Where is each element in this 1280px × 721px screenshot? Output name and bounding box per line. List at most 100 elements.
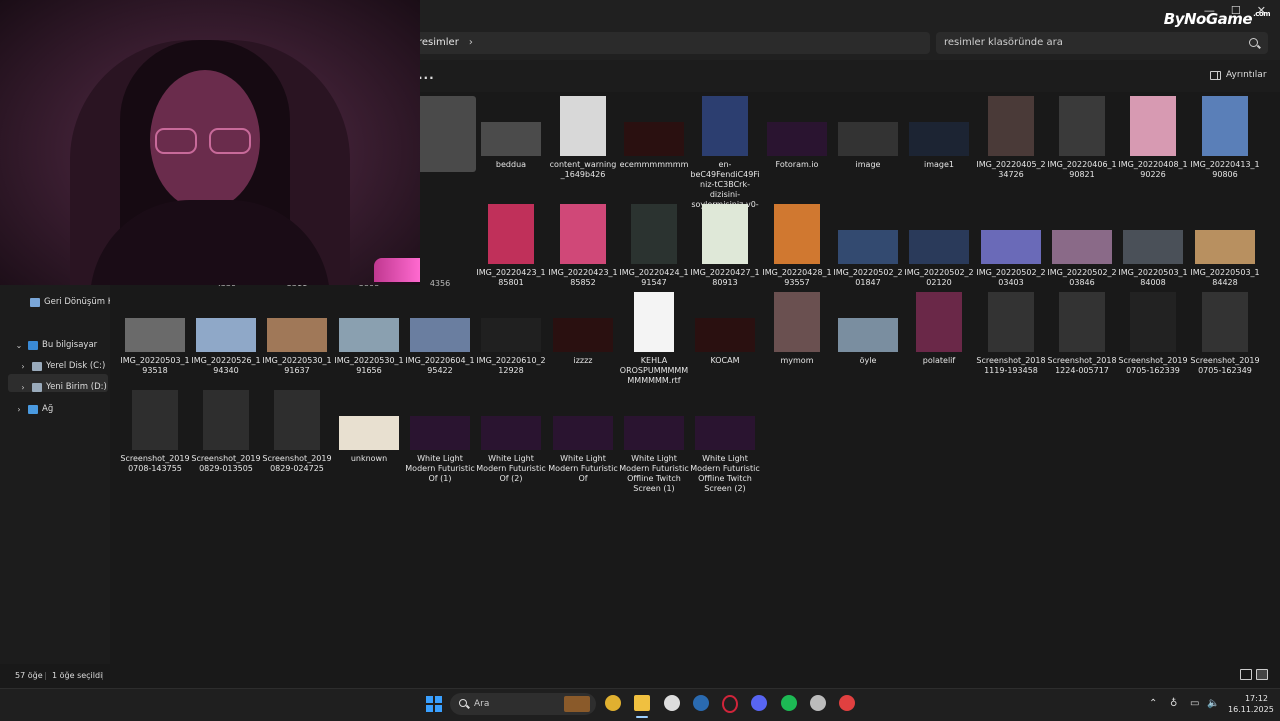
chevron-right-icon[interactable]: › [469,37,473,48]
chevron-right-icon[interactable]: › [18,383,28,392]
file-item-label[interactable]: KOCAM [690,356,760,366]
image-file-icon[interactable] [702,204,748,264]
file-item-label[interactable]: content_warning_1649b426 [548,160,618,180]
file-item-label[interactable]: image1 [904,160,974,170]
settings-icon[interactable] [664,695,680,711]
sidebar-item[interactable]: ⌄ Bu bilgisayar [14,340,98,350]
start-button[interactable] [426,696,442,712]
image-file-icon[interactable] [838,122,898,156]
large-icons-view-icon[interactable] [1256,669,1268,680]
sidebar-item[interactable]: › Yeni Birim (D:) [18,382,106,392]
image-file-icon[interactable] [774,204,820,264]
image-file-icon[interactable] [267,318,327,352]
image-file-icon[interactable] [481,416,541,450]
image-file-icon[interactable] [1202,292,1248,352]
file-item-label[interactable]: Screenshot_20190705-162339 [1118,356,1188,376]
steam-icon[interactable] [693,695,709,711]
chevron-down-icon[interactable]: ⌄ [14,341,24,350]
breadcrumb-folder[interactable]: resimler [418,37,459,48]
file-item-label[interactable]: Screenshot_20181224-005717 [1047,356,1117,376]
image-file-icon[interactable] [132,390,178,450]
image-file-icon[interactable] [1202,96,1248,156]
image-file-icon[interactable] [1052,230,1112,264]
image-file-icon[interactable] [838,230,898,264]
search-input[interactable]: resimler klasöründe ara [936,32,1268,54]
image-file-icon[interactable] [1123,230,1183,264]
file-item-label[interactable]: IMG_20220408_190226 [1118,160,1188,180]
image-file-icon[interactable] [981,230,1041,264]
file-item-label[interactable]: IMG_20220503_193518 [120,356,190,376]
chevron-right-icon[interactable]: › [14,405,24,414]
image-file-icon[interactable] [125,318,185,352]
image-file-icon[interactable] [695,416,755,450]
file-item-label[interactable]: IMG_20220503_184008 [1118,268,1188,288]
image-file-icon[interactable] [553,416,613,450]
spotify-icon[interactable] [781,695,797,711]
image-file-icon[interactable] [410,318,470,352]
file-item-label[interactable]: White Light Modern Futuristic Of [548,454,618,484]
file-item-label[interactable]: IMG_20220427_180913 [690,268,760,288]
file-explorer-icon[interactable] [634,695,650,711]
file-item-label[interactable]: White Light Modern Futuristic Of (2) [476,454,546,484]
sidebar-item[interactable]: Geri Dönüşüm K [30,297,113,307]
file-item-label[interactable]: IMG_20220405_234726 [976,160,1046,180]
image-file-icon[interactable] [631,204,677,264]
file-item-label[interactable]: image [833,160,903,170]
monitor-icon[interactable]: ▭ [1190,698,1199,709]
file-item-label[interactable]: Screenshot_20190708-143755 [120,454,190,474]
image-file-icon[interactable] [909,230,969,264]
search-icon[interactable] [1249,38,1258,47]
file-item-label[interactable]: IMG_20220406_190821 [1047,160,1117,180]
clock[interactable]: 17:12 16.11.2025 [1228,693,1274,715]
file-item-label[interactable]: mymom [762,356,832,366]
file-item-label[interactable]: IMG_20220502_203846 [1047,268,1117,288]
file-item-label[interactable]: IMG_20220502_202120 [904,268,974,288]
chrome-icon[interactable] [605,695,621,711]
image-file-icon[interactable] [339,318,399,352]
file-item-label[interactable]: IMG_20220502_203403 [976,268,1046,288]
image-file-icon[interactable] [838,318,898,352]
file-item-label[interactable]: ecemmmmmmm [619,160,689,170]
file-item-label[interactable]: IMG_20220610_212928 [476,356,546,376]
file-item-label[interactable]: IMG_20220530_191656 [334,356,404,376]
file-item-label[interactable]: Fotoram.io [762,160,832,170]
image-file-icon[interactable] [339,416,399,450]
file-item-label[interactable]: IMG_20220423_185801 [476,268,546,288]
image-file-icon[interactable] [1195,230,1255,264]
breadcrumb[interactable]: resimler › [410,32,930,54]
chevron-right-icon[interactable]: › [18,362,28,371]
file-item-label[interactable]: IMG_20220503_184428 [1190,268,1260,288]
file-item-label[interactable]: IMG_20220423_185852 [548,268,618,288]
image-file-icon[interactable] [410,416,470,450]
image-file-icon[interactable] [481,122,541,156]
image-file-icon[interactable] [1059,96,1105,156]
file-item-label[interactable]: izzzz [548,356,618,366]
file-item-label[interactable]: IMG_20220604_195422 [405,356,475,376]
app-icon[interactable] [810,695,826,711]
volume-icon[interactable]: 🔈 [1207,698,1219,709]
file-item-label[interactable]: White Light Modern Futuristic Offline Tw… [619,454,689,494]
file-item-label[interactable]: Screenshot_20190829-013505 [191,454,261,474]
file-item-label[interactable]: KEHLA OROSPUMMMMMMMMMMM.rtf [619,356,689,386]
file-item-label[interactable]: Screenshot_20190829-024725 [262,454,332,474]
file-item-label[interactable]: IMG_20220526_194340 [191,356,261,376]
image-file-icon[interactable] [1130,96,1176,156]
file-item-label[interactable]: Screenshot_20190705-162349 [1190,356,1260,376]
file-item-label[interactable]: White Light Modern Futuristic Offline Tw… [690,454,760,494]
file-item-label[interactable]: White Light Modern Futuristic Of (1) [405,454,475,484]
image-file-icon[interactable] [988,96,1034,156]
sidebar-item[interactable]: › Ağ [14,404,53,414]
file-item-label[interactable]: polatelif [904,356,974,366]
file-item-label[interactable]: IMG_20220530_191637 [262,356,332,376]
image-file-icon[interactable] [767,122,827,156]
sidebar-item[interactable]: › Yerel Disk (C:) [18,361,105,371]
image-file-icon[interactable] [274,390,320,450]
file-item-label[interactable]: Screenshot_20181119-193458 [976,356,1046,376]
image-file-icon[interactable] [909,122,969,156]
chevron-up-icon[interactable]: ⌃ [1149,698,1157,709]
more-options-button[interactable]: ... [418,68,435,82]
image-file-icon[interactable] [916,292,962,352]
image-file-icon[interactable] [695,318,755,352]
details-pane-button[interactable]: Ayrıntılar [1210,70,1267,80]
chrome-profile-icon[interactable] [839,695,855,711]
